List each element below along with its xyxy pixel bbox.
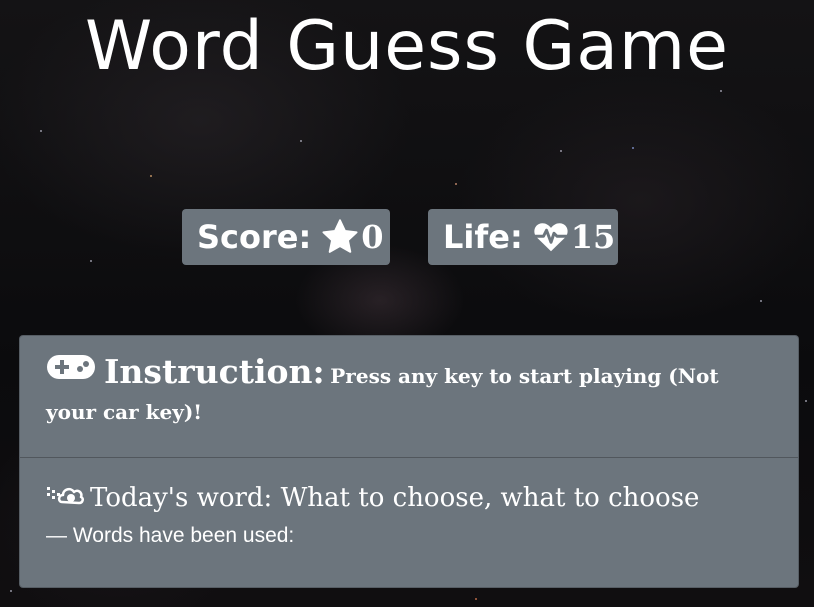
- gamepad-icon: [46, 354, 96, 384]
- life-label: Life:: [443, 218, 523, 256]
- star-icon: [321, 219, 359, 255]
- instruction-title: Instruction:: [104, 352, 325, 391]
- words-used-line: — Words have been used:: [46, 524, 295, 547]
- todays-word-value: What to choose, what to choose: [280, 483, 700, 513]
- cloud-meatball-icon: [46, 482, 84, 518]
- life-badge: Life: 15: [428, 209, 618, 265]
- score-label: Score:: [197, 218, 312, 256]
- word-card-body: Today's word: What to choose, what to ch…: [20, 458, 798, 548]
- todays-word-line: Today's word: What to choose, what to ch…: [46, 480, 772, 518]
- heartbeat-icon: [532, 221, 569, 253]
- todays-word-label: Today's word:: [90, 483, 273, 513]
- life-value: 15: [570, 218, 616, 256]
- instruction-header: Instruction: Press any key to start play…: [20, 336, 798, 458]
- score-value: 0: [361, 218, 384, 256]
- instruction-card: Instruction: Press any key to start play…: [19, 335, 799, 588]
- score-badge: Score: 0: [182, 209, 390, 265]
- page-title: Word Guess Game: [85, 7, 729, 86]
